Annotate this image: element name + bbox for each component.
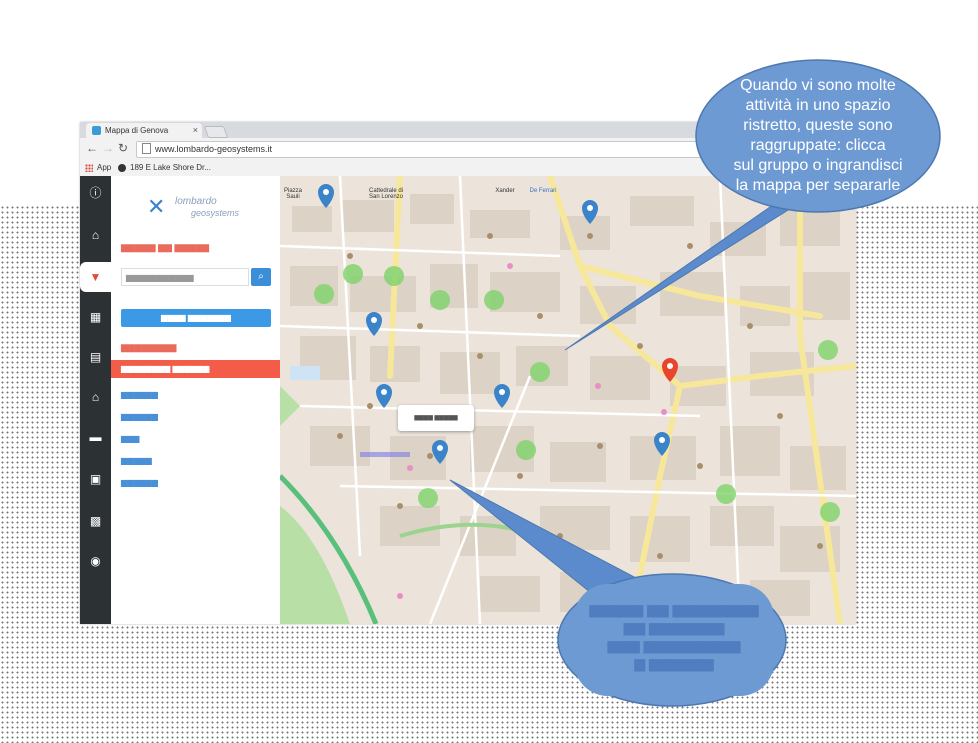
new-tab-button[interactable] bbox=[203, 126, 229, 138]
callout-bottom-text: ▆▆▆▆▆ ▆▆ ▆▆▆▆▆▆▆▆ ▆▆ ▆▆▆▆▆▆▆ ▆▆▆ ▆▆▆▆▆▆▆… bbox=[584, 600, 764, 672]
tab-close-icon[interactable]: × bbox=[193, 123, 198, 138]
bookmark-apps[interactable]: App bbox=[97, 160, 111, 176]
logo-word-1: lombardo bbox=[175, 196, 217, 207]
bag-icon[interactable]: ▣ bbox=[86, 470, 105, 489]
callout-top-line: attività in uno spazio bbox=[745, 97, 891, 114]
callout-bottom-line: ▆ ▆▆▆▆▆▆ bbox=[634, 655, 714, 671]
apps-grid-icon[interactable] bbox=[85, 164, 93, 172]
panel-selected-category[interactable]: ▆▆▆▆▆▆▆▆ ▆▆▆▆▆▆ bbox=[111, 360, 280, 378]
bookmark-lake-shore[interactable]: 189 E Lake Shore Dr... bbox=[130, 160, 211, 176]
callout-bottom-line: ▆▆▆▆▆ ▆▆ ▆▆▆▆▆▆▆▆ bbox=[589, 601, 759, 617]
panel-link[interactable]: ▆▆▆▆▆▆ bbox=[121, 472, 158, 494]
page-content: ⓘ ⌂ ▼ ▦ ▤ ⌂ ▬ ▣ ▩ ◉ ✕ lombardo geosystem… bbox=[80, 176, 856, 624]
bus-icon[interactable]: ▬ bbox=[86, 428, 105, 447]
lombardo-logo: ✕ lombardo geosystems bbox=[147, 192, 247, 226]
bank-icon[interactable]: ◉ bbox=[86, 552, 105, 571]
callout-top-line: sul gruppo o ingrandisci bbox=[733, 157, 903, 174]
info-icon[interactable]: ⓘ bbox=[86, 184, 105, 203]
home-icon[interactable]: ⌂ bbox=[86, 226, 105, 245]
logo-mark-icon: ✕ bbox=[147, 194, 166, 219]
marker-popup[interactable]: ▆▆▆▆ ▆▆▆▆▆ bbox=[398, 405, 474, 431]
callout-top-text: Quando vi sono molte attività in uno spa… bbox=[706, 76, 930, 196]
browser-tab[interactable]: Mappa di Genova × bbox=[86, 123, 202, 138]
browser-window: Mappa di Genova × ← → ↻ www.lombardo-geo… bbox=[80, 122, 856, 624]
map-base bbox=[280, 176, 856, 624]
panel-link[interactable]: ▆▆▆ bbox=[121, 428, 158, 450]
panel-link-list: ▆▆▆▆▆▆ ▆▆▆▆▆▆ ▆▆▆ ▆▆▆▆▆ ▆▆▆▆▆▆ bbox=[121, 384, 158, 494]
panel-category-header: ▆▆▆▆▆▆▆▆ bbox=[121, 342, 177, 352]
panel-link[interactable]: ▆▆▆▆▆ bbox=[121, 450, 158, 472]
store-icon[interactable]: ▤ bbox=[86, 348, 105, 367]
panel-title: ▆▆▆▆▆ ▆▆ ▆▆▆▆▆ bbox=[121, 242, 210, 252]
page-icon bbox=[142, 143, 151, 154]
panel-search-button[interactable]: ⌕ bbox=[251, 268, 271, 286]
icon-sidebar: ⓘ ⌂ ▼ ▦ ▤ ⌂ ▬ ▣ ▩ ◉ bbox=[80, 176, 111, 624]
layers-icon[interactable]: ▦ bbox=[86, 308, 105, 327]
logo-word-2: geosystems bbox=[191, 208, 240, 218]
city-map[interactable]: Piazza Sauli Cattedrale di San Lorenzo X… bbox=[280, 176, 856, 624]
house-icon[interactable]: ⌂ bbox=[86, 388, 105, 407]
panel-link[interactable]: ▆▆▆▆▆▆ bbox=[121, 384, 158, 406]
url-text: www.lombardo-geosystems.it bbox=[155, 144, 273, 154]
map-label-piazza-sauli: Piazza Sauli bbox=[283, 188, 302, 200]
tab-title: Mappa di Genova bbox=[105, 126, 169, 135]
shirt-icon[interactable]: ▼ bbox=[80, 262, 111, 292]
map-label-de-ferrari: De Ferrari bbox=[529, 188, 557, 194]
side-panel: ✕ lombardo geosystems ▆▆▆▆▆ ▆▆ ▆▆▆▆▆ ▆▆▆… bbox=[111, 176, 280, 624]
panel-search-input[interactable]: ▆▆▆▆▆▆▆▆▆▆▆ bbox=[121, 268, 249, 286]
callout-top-line: la mappa per separarle bbox=[735, 177, 901, 194]
bookmark-globe-icon bbox=[118, 164, 126, 172]
favicon-icon bbox=[92, 126, 101, 135]
map-label-xander: Xander bbox=[495, 188, 515, 194]
map-label-cattedrale: Cattedrale di San Lorenzo bbox=[368, 188, 404, 200]
callout-top-line: Quando vi sono molte bbox=[740, 77, 896, 94]
reload-icon[interactable]: ↻ bbox=[118, 141, 128, 155]
callout-bottom-line: ▆▆ ▆▆▆▆▆▆▆ bbox=[623, 619, 725, 635]
callout-top-line: raggruppate: clicca bbox=[750, 137, 886, 154]
panel-primary-button[interactable]: ▆▆▆▆ ▆▆▆▆▆▆▆ bbox=[121, 309, 271, 327]
callout-bottom-line: ▆▆▆ ▆▆▆▆▆▆▆▆▆ bbox=[607, 637, 741, 653]
briefcase-icon[interactable]: ▩ bbox=[86, 512, 105, 531]
panel-link[interactable]: ▆▆▆▆▆▆ bbox=[121, 406, 158, 428]
back-arrow-icon[interactable]: ← bbox=[86, 141, 98, 155]
callout-top-line: ristretto, queste sono bbox=[743, 117, 893, 134]
forward-arrow-icon[interactable]: → bbox=[102, 141, 114, 155]
